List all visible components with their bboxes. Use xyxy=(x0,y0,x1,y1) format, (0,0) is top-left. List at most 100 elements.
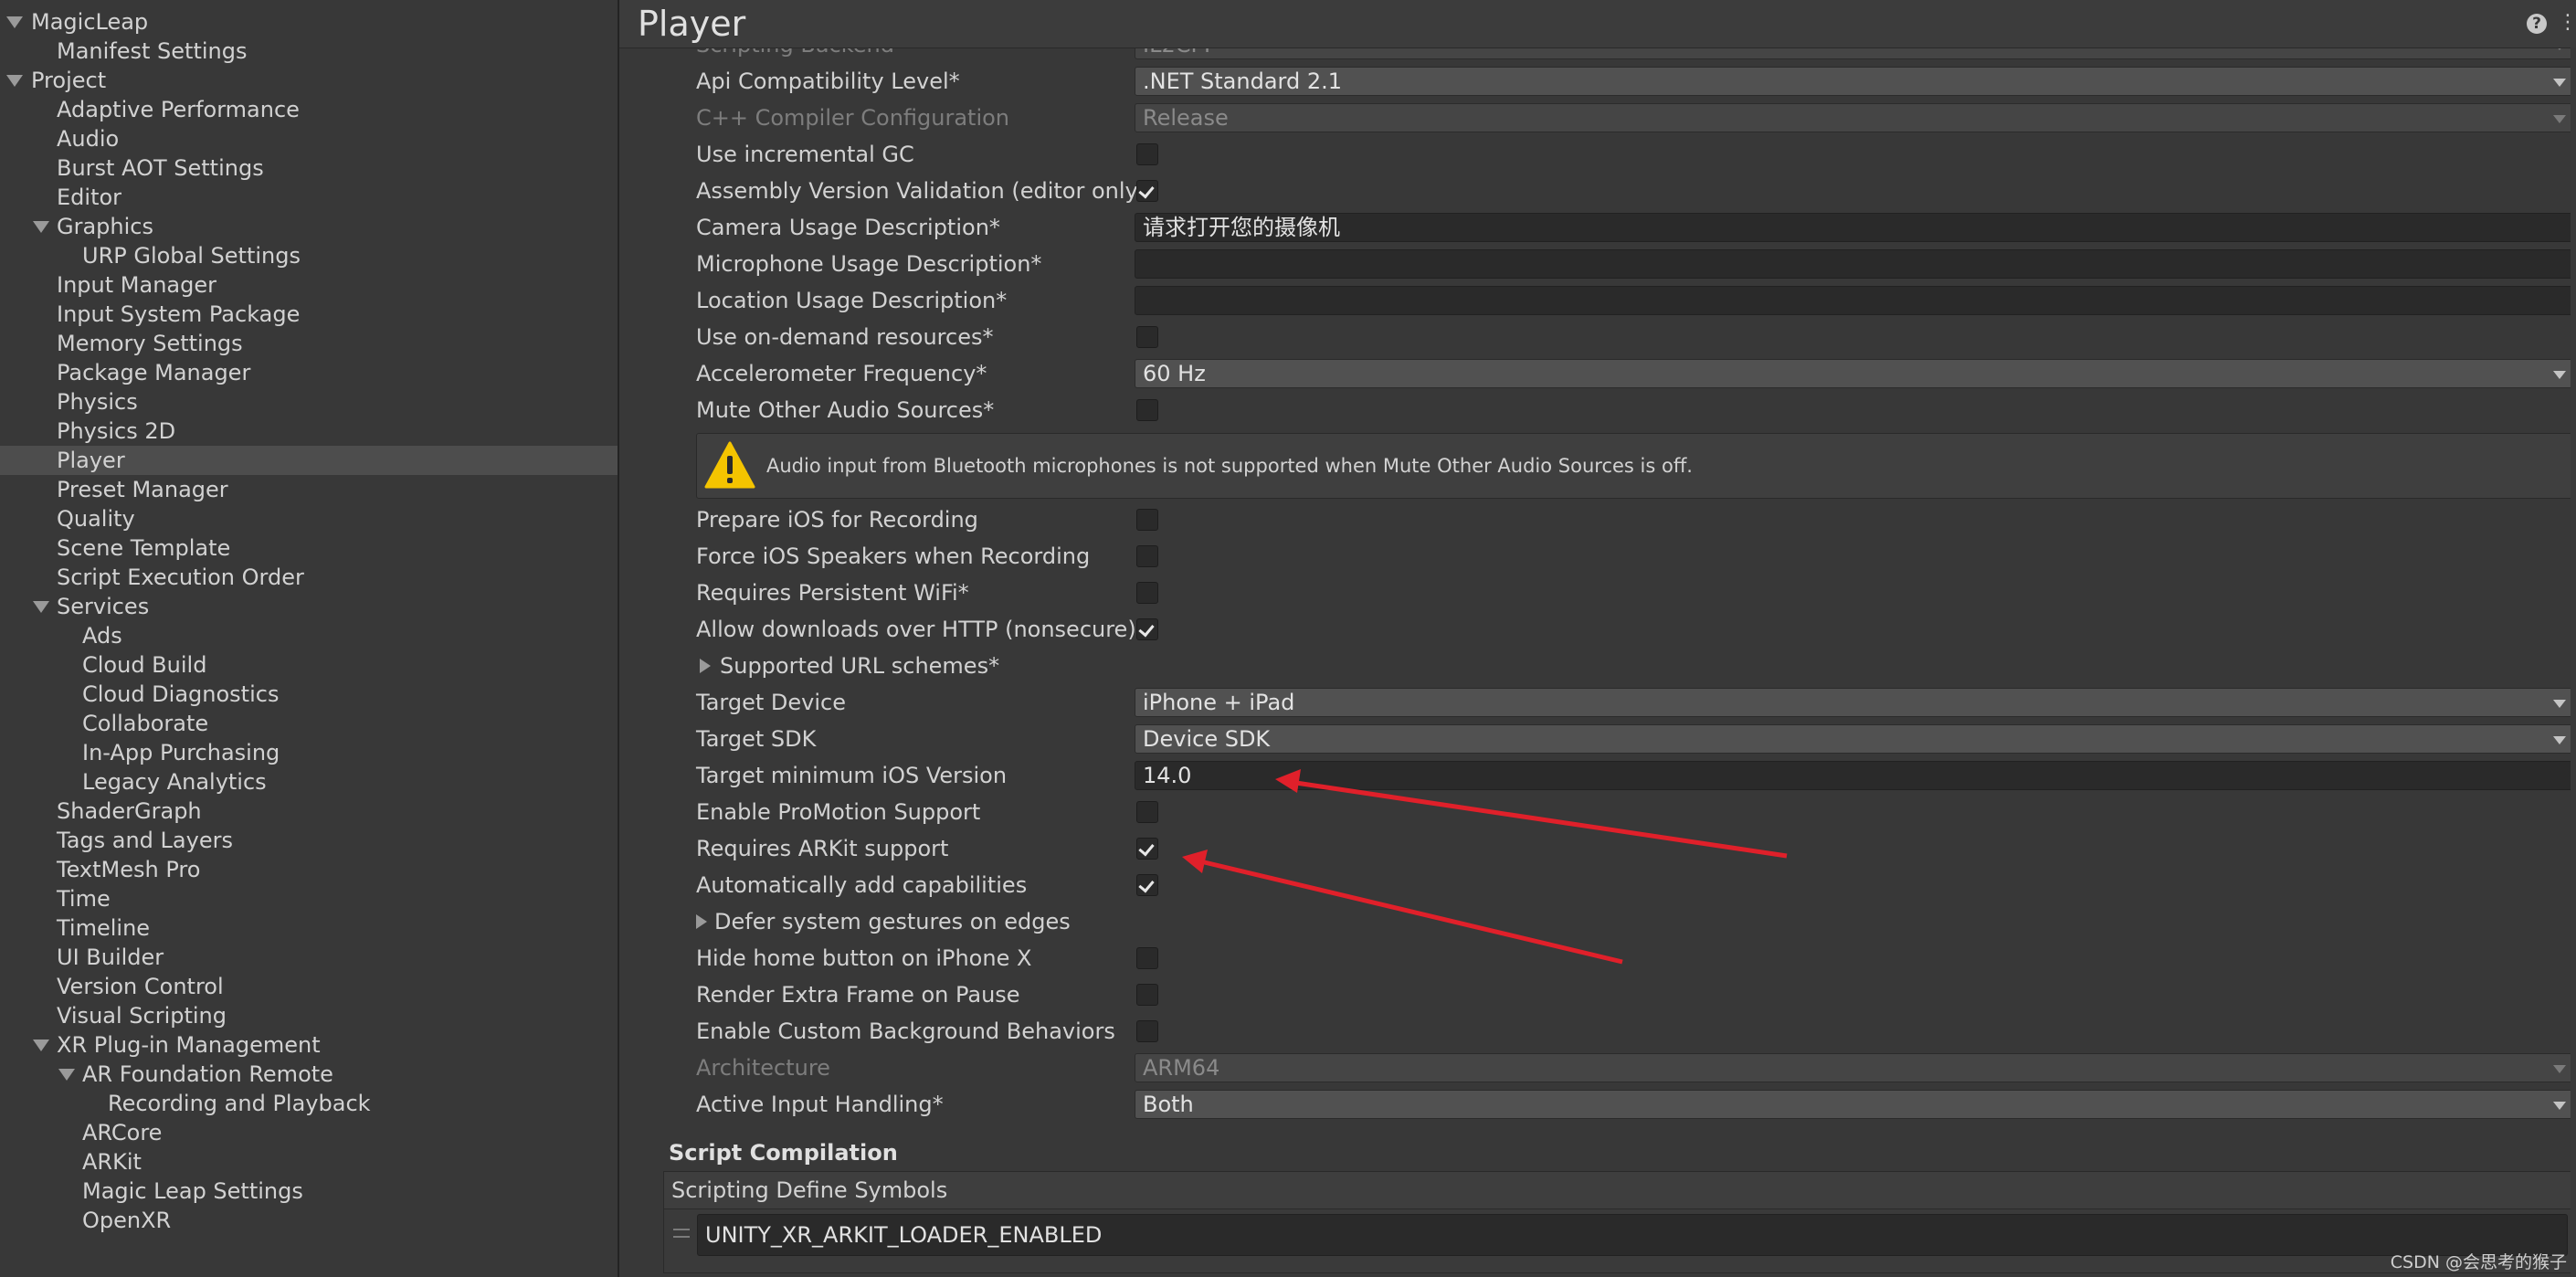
warning-icon xyxy=(704,441,755,489)
incremental-gc-checkbox[interactable] xyxy=(1136,143,1158,165)
help-icon[interactable]: ? xyxy=(2527,14,2547,34)
sidebar-item-cloud-diagnostics[interactable]: Cloud Diagnostics xyxy=(0,680,618,709)
dropdown-value: Both xyxy=(1143,1092,1194,1117)
architecture-dropdown[interactable]: ARM64 xyxy=(1135,1053,2576,1082)
sidebar-item-openxr[interactable]: OpenXR xyxy=(0,1206,618,1235)
sidebar-item-recording-playback[interactable]: Recording and Playback xyxy=(0,1089,618,1118)
dropdown-arrow-icon xyxy=(2553,736,2566,744)
sidebar-item-ads[interactable]: Ads xyxy=(0,621,618,650)
sidebar-item-graphics[interactable]: Graphics xyxy=(0,212,618,241)
sidebar-item-memory-settings[interactable]: Memory Settings xyxy=(0,329,618,358)
persistent-wifi-checkbox[interactable] xyxy=(1136,582,1158,604)
sidebar-item-input-system[interactable]: Input System Package xyxy=(0,300,618,329)
camera-usage-field[interactable]: 请求打开您的摄像机 xyxy=(1135,213,2576,242)
sidebar-item-physics-2d[interactable]: Physics 2D xyxy=(0,417,618,446)
sidebar-item-urp-global[interactable]: URP Global Settings xyxy=(0,241,618,270)
sidebar-item-ar-foundation-remote[interactable]: AR Foundation Remote xyxy=(0,1060,618,1089)
sidebar-item-player[interactable]: Player xyxy=(0,446,618,475)
sidebar-item-quality[interactable]: Quality xyxy=(0,504,618,533)
foldout-arrow-icon[interactable] xyxy=(696,914,707,929)
define-symbol-field[interactable]: UNITY_XR_ARKIT_LOADER_ENABLED xyxy=(697,1214,2568,1256)
warning-helpbox: Audio input from Bluetooth microphones i… xyxy=(696,433,2576,499)
sidebar-item-cloud-build[interactable]: Cloud Build xyxy=(0,650,618,680)
sidebar-item-collaborate[interactable]: Collaborate xyxy=(0,709,618,738)
sidebar-item-xr-plugin-management[interactable]: XR Plug-in Management xyxy=(0,1030,618,1060)
sidebar-item-physics[interactable]: Physics xyxy=(0,387,618,417)
sidebar-item-label: URP Global Settings xyxy=(82,243,301,269)
sidebar-item-scene-template[interactable]: Scene Template xyxy=(0,533,618,563)
sidebar-item-burst-aot[interactable]: Burst AOT Settings xyxy=(0,153,618,183)
sidebar-item-package-manager[interactable]: Package Manager xyxy=(0,358,618,387)
sidebar-item-preset-manager[interactable]: Preset Manager xyxy=(0,475,618,504)
expand-arrow-icon[interactable] xyxy=(33,1040,49,1051)
auto-capabilities-checkbox[interactable] xyxy=(1136,874,1158,896)
checkmark-icon xyxy=(1138,839,1155,857)
prepare-ios-recording-checkbox[interactable] xyxy=(1136,509,1158,531)
sidebar-item-editor[interactable]: Editor xyxy=(0,183,618,212)
sidebar-item-label: Cloud Diagnostics xyxy=(82,681,280,707)
sidebar-item-shadergraph[interactable]: ShaderGraph xyxy=(0,797,618,826)
sidebar-item-label: UI Builder xyxy=(57,945,164,970)
sidebar-item-timeline[interactable]: Timeline xyxy=(0,913,618,943)
settings-menu-icon[interactable]: ⋮ xyxy=(2558,13,2576,33)
api-compatibility-dropdown[interactable]: .NET Standard 2.1 xyxy=(1135,67,2576,96)
expand-arrow-icon[interactable] xyxy=(6,75,23,87)
expand-arrow-icon[interactable] xyxy=(33,601,49,613)
target-sdk-dropdown[interactable]: Device SDK xyxy=(1135,724,2576,754)
sidebar-item-ui-builder[interactable]: UI Builder xyxy=(0,943,618,972)
allow-http-checkbox[interactable] xyxy=(1136,618,1158,640)
sidebar-item-label: Collaborate xyxy=(82,711,209,736)
sidebar-item-magic-leap-settings[interactable]: Magic Leap Settings xyxy=(0,1177,618,1206)
location-usage-field[interactable] xyxy=(1135,286,2576,315)
sidebar-item-arcore[interactable]: ARCore xyxy=(0,1118,618,1147)
sidebar-item-project[interactable]: Project xyxy=(0,66,618,95)
sidebar-item-magicleap[interactable]: MagicLeap xyxy=(0,7,618,37)
sidebar-item-label: Preset Manager xyxy=(57,477,228,502)
sidebar-item-visual-scripting[interactable]: Visual Scripting xyxy=(0,1001,618,1030)
target-device-dropdown[interactable]: iPhone + iPad xyxy=(1135,688,2576,717)
sidebar-item-services[interactable]: Services xyxy=(0,592,618,621)
assembly-validation-checkbox[interactable] xyxy=(1136,180,1158,202)
sidebar-item-arkit[interactable]: ARKit xyxy=(0,1147,618,1177)
drag-handle-icon[interactable] xyxy=(673,1229,690,1238)
min-ios-version-field[interactable]: 14.0 xyxy=(1135,761,2576,790)
setting-row-url-schemes[interactable]: Supported URL schemes* xyxy=(619,649,2576,683)
watermark: CSDN @会思考的猴子 xyxy=(2390,1252,2567,1272)
sidebar-item-label: Quality xyxy=(57,506,135,532)
sidebar-item-input-manager[interactable]: Input Manager xyxy=(0,270,618,300)
hide-home-button-checkbox[interactable] xyxy=(1136,947,1158,969)
accelerometer-frequency-dropdown[interactable]: 60 Hz xyxy=(1135,359,2576,388)
setting-label: Requires Persistent WiFi* xyxy=(696,580,969,606)
on-demand-resources-checkbox[interactable] xyxy=(1136,326,1158,348)
sidebar-item-label: Manifest Settings xyxy=(57,38,248,64)
expand-arrow-icon[interactable] xyxy=(33,221,49,233)
setting-row-defer-gestures[interactable]: Defer system gestures on edges xyxy=(619,904,2576,939)
expand-arrow-icon[interactable] xyxy=(6,16,23,28)
scrollbar[interactable] xyxy=(2571,47,2576,1277)
sidebar-item-manifest-settings[interactable]: Manifest Settings xyxy=(0,37,618,66)
sidebar-item-adaptive-performance[interactable]: Adaptive Performance xyxy=(0,95,618,124)
promotion-support-checkbox[interactable] xyxy=(1136,801,1158,823)
requires-arkit-checkbox[interactable] xyxy=(1136,838,1158,860)
script-compilation-header: Script Compilation xyxy=(669,1140,898,1166)
microphone-usage-field[interactable] xyxy=(1135,249,2576,279)
cpp-compiler-config-dropdown[interactable]: Release xyxy=(1135,103,2576,132)
extra-frame-checkbox[interactable] xyxy=(1136,984,1158,1006)
sidebar-item-version-control[interactable]: Version Control xyxy=(0,972,618,1001)
sidebar-item-script-execution-order[interactable]: Script Execution Order xyxy=(0,563,618,592)
expand-arrow-icon[interactable] xyxy=(58,1069,75,1081)
custom-background-checkbox[interactable] xyxy=(1136,1020,1158,1042)
sidebar-item-tags-layers[interactable]: Tags and Layers xyxy=(0,826,618,855)
mute-other-audio-checkbox[interactable] xyxy=(1136,399,1158,421)
setting-row-force-speakers: Force iOS Speakers when Recording xyxy=(619,539,2576,574)
force-speakers-checkbox[interactable] xyxy=(1136,545,1158,567)
setting-label: Render Extra Frame on Pause xyxy=(696,982,1020,1008)
setting-label: Supported URL schemes* xyxy=(720,653,1000,679)
active-input-handling-dropdown[interactable]: Both xyxy=(1135,1090,2576,1119)
sidebar-item-legacy-analytics[interactable]: Legacy Analytics xyxy=(0,767,618,797)
sidebar-item-audio[interactable]: Audio xyxy=(0,124,618,153)
sidebar-item-in-app-purchasing[interactable]: In-App Purchasing xyxy=(0,738,618,767)
sidebar-item-textmesh-pro[interactable]: TextMesh Pro xyxy=(0,855,618,884)
foldout-arrow-icon[interactable] xyxy=(700,659,711,673)
sidebar-item-time[interactable]: Time xyxy=(0,884,618,913)
